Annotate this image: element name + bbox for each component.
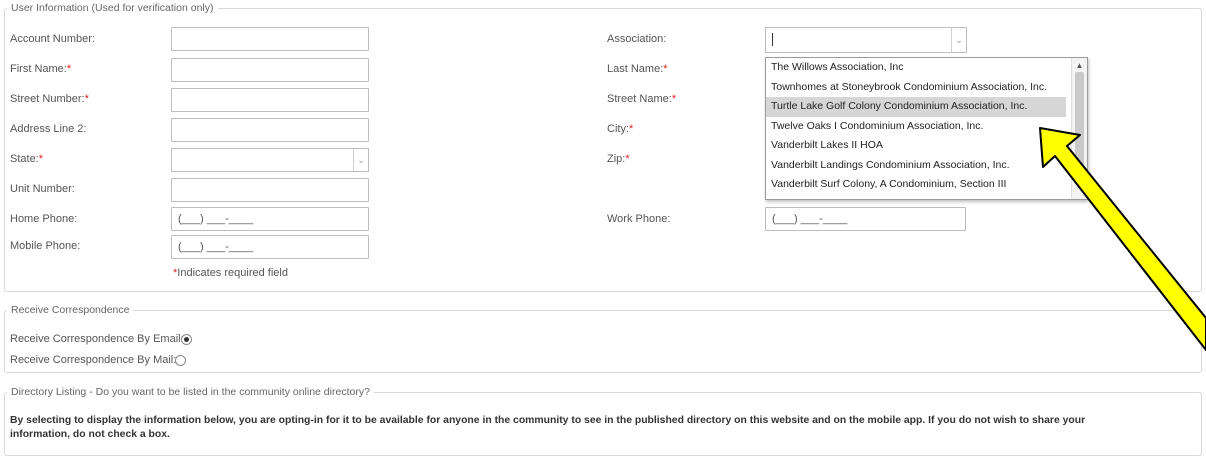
- list-item[interactable]: Vanderbilt Landings Condominium Associat…: [766, 156, 1066, 176]
- account-number-input[interactable]: [171, 27, 369, 51]
- street-number-input[interactable]: [171, 88, 369, 112]
- mobile-phone-input[interactable]: [171, 235, 369, 259]
- dropdown-scrollbar[interactable]: ▲: [1071, 58, 1087, 199]
- state-label: State:*: [10, 153, 44, 165]
- work-phone-label: Work Phone:: [607, 213, 671, 225]
- list-item[interactable]: Vanderbilt Lakes II HOA: [766, 136, 1066, 156]
- home-phone-label: Home Phone:: [10, 213, 78, 225]
- address-line2-label: Address Line 2:: [10, 123, 87, 135]
- directory-listing-legend: Directory Listing - Do you want to be li…: [11, 386, 370, 398]
- chevron-down-icon[interactable]: ⌄: [951, 28, 966, 52]
- user-information-legend: User Information (Used for verification …: [11, 2, 214, 14]
- correspondence-legend: Receive Correspondence: [11, 304, 130, 316]
- email-correspondence-radio[interactable]: [181, 334, 192, 345]
- home-phone-input[interactable]: [171, 207, 369, 231]
- required-field-note: *Indicates required field: [173, 267, 288, 279]
- city-label: City:*: [607, 123, 634, 135]
- street-number-label: Street Number:*: [10, 93, 89, 105]
- street-name-label: Street Name:*: [607, 93, 677, 105]
- list-item[interactable]: Townhomes at Stoneybrook Condominium Ass…: [766, 78, 1066, 98]
- association-label: Association:: [607, 33, 667, 45]
- mail-correspondence-radio[interactable]: [175, 355, 186, 366]
- scrollbar-thumb[interactable]: [1075, 72, 1084, 172]
- email-correspondence-label: Receive Correspondence By Email:: [10, 333, 184, 345]
- list-item[interactable]: Vanderbilt Surf Colony, A Condominium, S…: [766, 175, 1066, 195]
- text-cursor: [772, 33, 773, 47]
- list-item-highlighted[interactable]: Turtle Lake Golf Colony Condominium Asso…: [766, 97, 1066, 117]
- first-name-input[interactable]: [171, 58, 369, 82]
- mail-correspondence-label: Receive Correspondence By Mail:: [10, 354, 177, 366]
- account-number-label: Account Number:: [10, 33, 95, 45]
- last-name-label: Last Name:*: [607, 63, 668, 75]
- mobile-phone-label: Mobile Phone:: [10, 240, 81, 252]
- list-item[interactable]: Twelve Oaks I Condominium Association, I…: [766, 117, 1066, 137]
- unit-number-label: Unit Number:: [10, 183, 75, 195]
- work-phone-input[interactable]: [765, 207, 966, 231]
- directory-notice-line1: By selecting to display the information …: [10, 415, 1086, 426]
- address-line2-input[interactable]: [171, 118, 369, 142]
- chevron-down-icon[interactable]: ⌄: [353, 149, 368, 171]
- state-select[interactable]: ⌄: [171, 148, 369, 172]
- triangle-up-icon[interactable]: ▲: [1072, 61, 1087, 70]
- zip-label: Zip:*: [607, 153, 630, 165]
- association-dropdown-list[interactable]: The Willows Association, Inc Townhomes a…: [765, 57, 1088, 200]
- directory-notice-line2: information, do not check a box.: [10, 429, 170, 440]
- list-item[interactable]: The Willows Association, Inc: [766, 58, 1066, 78]
- first-name-label: First Name:*: [10, 63, 72, 75]
- association-select[interactable]: ⌄: [765, 27, 967, 53]
- unit-number-input[interactable]: [171, 178, 369, 202]
